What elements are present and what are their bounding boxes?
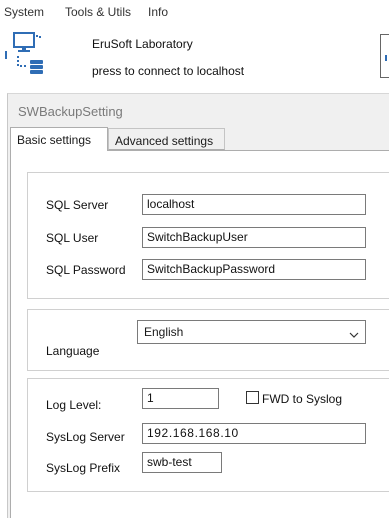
log-level-label: Log Level:: [46, 398, 102, 412]
language-selected-value: English: [144, 325, 184, 339]
syslog-server-label: SysLog Server: [46, 430, 125, 444]
tab-basic-settings-label: Basic settings: [17, 133, 92, 147]
toolbar-edge-marker: [5, 51, 7, 59]
sql-password-label: SQL Password: [46, 263, 126, 277]
toolbar: [0, 22, 389, 92]
log-level-field[interactable]: 1: [142, 388, 219, 409]
toolbar-button-marker: [385, 55, 387, 61]
chevron-down-icon: [349, 328, 359, 338]
language-select[interactable]: English: [137, 320, 366, 344]
menu-bar: System Tools & Utils Info: [0, 0, 389, 22]
app-name: EruSoft Laboratory: [92, 37, 193, 51]
menu-system[interactable]: System: [4, 5, 44, 19]
syslog-prefix-field[interactable]: swb-test: [142, 452, 222, 473]
syslog-server-field[interactable]: 192.168.168.10: [142, 423, 366, 444]
window-title: SWBackupSetting: [18, 104, 123, 119]
network-database-icon[interactable]: [12, 30, 48, 78]
sql-user-field[interactable]: SwitchBackupUser: [142, 227, 366, 248]
tab-basic-settings[interactable]: Basic settings: [10, 127, 108, 151]
syslog-prefix-label: SysLog Prefix: [46, 461, 121, 475]
sql-server-label: SQL Server: [46, 198, 109, 212]
language-label: Language: [46, 344, 100, 358]
menu-info[interactable]: Info: [148, 5, 168, 19]
connect-status-link[interactable]: press to connect to localhost: [92, 64, 244, 78]
menu-tools-utils[interactable]: Tools & Utils: [65, 5, 131, 19]
tab-advanced-settings[interactable]: Advanced settings: [108, 128, 225, 150]
sql-server-field[interactable]: localhost: [142, 194, 366, 215]
fwd-to-syslog-label: FWD to Syslog: [262, 392, 343, 406]
fwd-to-syslog-checkbox[interactable]: [246, 391, 259, 404]
tab-advanced-settings-label: Advanced settings: [115, 134, 214, 148]
sql-user-label: SQL User: [46, 231, 99, 245]
sql-password-field[interactable]: SwitchBackupPassword: [142, 259, 366, 280]
